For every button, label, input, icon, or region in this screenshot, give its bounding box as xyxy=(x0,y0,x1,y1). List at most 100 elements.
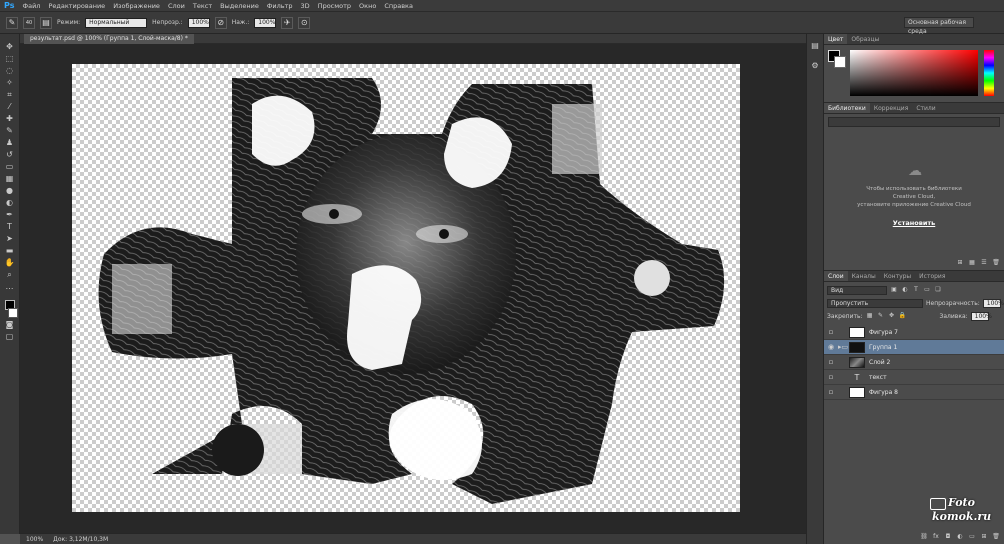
document-tab[interactable]: результат.psd @ 100% (Группа 1, Слой-мас… xyxy=(24,34,194,44)
pressure-opacity-icon[interactable]: ⊘ xyxy=(214,16,227,29)
menu-view[interactable]: Просмотр xyxy=(318,2,351,10)
lock-pixels-icon[interactable]: ▦ xyxy=(866,312,874,320)
color-spectrum[interactable] xyxy=(850,50,978,96)
background-color-chip[interactable] xyxy=(834,56,846,68)
add-content-icon[interactable]: ⊞ xyxy=(956,259,964,267)
shape-tool-icon[interactable]: ▬ xyxy=(3,246,17,256)
more-tools-icon[interactable]: … xyxy=(3,282,17,292)
menu-filter[interactable]: Фильтр xyxy=(267,2,293,10)
menu-help[interactable]: Справка xyxy=(384,2,413,10)
gradient-tool-icon[interactable]: ▦ xyxy=(3,174,17,184)
menu-type[interactable]: Текст xyxy=(193,2,212,10)
new-group-icon[interactable]: ▭ xyxy=(968,533,976,541)
layer-row-selected[interactable]: ◉ ▸▭ Группа 1 xyxy=(824,340,1004,355)
opacity-field[interactable]: 100% xyxy=(187,17,210,28)
healing-tool-icon[interactable]: ✚ xyxy=(3,114,17,124)
lock-all-icon[interactable]: 🔒 xyxy=(899,312,907,320)
new-layer-icon[interactable]: ⊞ xyxy=(980,533,988,541)
layer-style-icon[interactable]: fx xyxy=(932,533,940,541)
tab-paths[interactable]: Контуры xyxy=(880,271,915,281)
tab-layers[interactable]: Слои xyxy=(824,271,848,281)
filter-adjust-icon[interactable]: ◐ xyxy=(901,286,909,294)
layer-row[interactable]: ▫ Фигура 8 xyxy=(824,385,1004,400)
menu-layers[interactable]: Слои xyxy=(168,2,185,10)
menu-select[interactable]: Выделение xyxy=(220,2,259,10)
mode-select[interactable]: Нормальный xyxy=(85,17,148,28)
hand-tool-icon[interactable]: ✋ xyxy=(3,258,17,268)
lasso-tool-icon[interactable]: ◌ xyxy=(3,66,17,76)
hue-slider[interactable] xyxy=(984,50,994,96)
layer-filter-select[interactable]: Вид xyxy=(827,285,887,295)
grid-view-icon[interactable]: ▦ xyxy=(968,259,976,267)
magic-wand-tool-icon[interactable]: ✧ xyxy=(3,78,17,88)
link-layers-icon[interactable]: ⛓ xyxy=(920,533,928,541)
brush-panel-icon[interactable]: ▤ xyxy=(40,16,52,29)
marquee-tool-icon[interactable]: ⬚ xyxy=(3,54,17,64)
screen-mode-icon[interactable]: ▢ xyxy=(3,332,17,342)
stamp-tool-icon[interactable]: ♟ xyxy=(3,138,17,148)
canvas-area[interactable] xyxy=(20,44,806,533)
filter-shape-icon[interactable]: ▭ xyxy=(923,286,931,294)
tab-styles[interactable]: Стили xyxy=(912,103,939,113)
delete-layer-icon[interactable]: 🗑 xyxy=(992,533,1000,541)
visibility-toggle-empty[interactable]: ▫ xyxy=(824,373,838,381)
blend-mode-select[interactable]: Пропустить xyxy=(827,298,923,308)
pen-tool-icon[interactable]: ✒ xyxy=(3,210,17,220)
folder-icon[interactable]: ▸▭ xyxy=(838,343,848,351)
trash-icon[interactable]: 🗑 xyxy=(992,259,1000,267)
menu-file[interactable]: Файл xyxy=(22,2,40,10)
crop-tool-icon[interactable]: ⌗ xyxy=(3,90,17,100)
adjustment-layer-icon[interactable]: ◐ xyxy=(956,533,964,541)
fill-field[interactable]: 100% xyxy=(970,311,992,321)
tab-channels[interactable]: Каналы xyxy=(848,271,880,281)
menu-window[interactable]: Окно xyxy=(359,2,376,10)
dodge-tool-icon[interactable]: ◐ xyxy=(3,198,17,208)
move-tool-icon[interactable]: ✥ xyxy=(3,42,17,52)
add-mask-icon[interactable]: ◘ xyxy=(944,533,952,541)
lock-brush-icon[interactable]: ✎ xyxy=(877,312,885,320)
eye-icon[interactable]: ◉ xyxy=(824,343,838,351)
brush-preset-picker[interactable]: 40 xyxy=(23,16,35,29)
tab-color[interactable]: Цвет xyxy=(824,34,848,44)
workspace-select[interactable]: Основная рабочая среда xyxy=(904,17,974,35)
layer-row[interactable]: ▫ Фигура 7 xyxy=(824,325,1004,340)
visibility-toggle-empty[interactable]: ▫ xyxy=(824,328,838,336)
history-brush-icon[interactable]: ↺ xyxy=(3,150,17,160)
brush-tool-icon[interactable]: ✎ xyxy=(3,126,17,136)
tab-libraries[interactable]: Библиотеки xyxy=(824,103,870,113)
tab-adjustments[interactable]: Коррекция xyxy=(870,103,912,113)
library-select[interactable] xyxy=(828,117,1000,127)
brush-tool-icon[interactable]: ✎ xyxy=(6,16,18,29)
path-selection-icon[interactable]: ➤ xyxy=(3,234,17,244)
history-panel-icon[interactable]: ▤ xyxy=(809,40,821,52)
layer-row[interactable]: ▫ T текст xyxy=(824,370,1004,385)
layer-row[interactable]: ▫ Слой 2 xyxy=(824,355,1004,370)
filter-smart-icon[interactable]: ❏ xyxy=(934,286,942,294)
menu-3d[interactable]: 3D xyxy=(301,2,310,10)
filter-text-icon[interactable]: T xyxy=(912,286,920,294)
airbrush-icon[interactable]: ✈ xyxy=(281,16,294,29)
zoom-level[interactable]: 100% xyxy=(26,536,43,543)
layer-opacity-field[interactable]: 100% xyxy=(982,298,1004,308)
visibility-toggle-empty[interactable]: ▫ xyxy=(824,388,838,396)
eraser-tool-icon[interactable]: ▭ xyxy=(3,162,17,172)
menu-image[interactable]: Изображение xyxy=(113,2,160,10)
background-color-swatch[interactable] xyxy=(7,308,18,318)
quick-mask-icon[interactable]: ◙ xyxy=(3,320,17,330)
menu-edit[interactable]: Редактирование xyxy=(48,2,105,10)
list-view-icon[interactable]: ☰ xyxy=(980,259,988,267)
zoom-tool-icon[interactable]: ⌕ xyxy=(3,270,17,280)
tab-history[interactable]: История xyxy=(915,271,949,281)
layer-mask-thumbnail[interactable] xyxy=(849,341,865,353)
lock-move-icon[interactable]: ✥ xyxy=(888,312,896,320)
filter-pixel-icon[interactable]: ▣ xyxy=(890,286,898,294)
flow-field[interactable]: 100% xyxy=(254,17,277,28)
install-link[interactable]: Установить xyxy=(824,219,1004,227)
visibility-toggle-empty[interactable]: ▫ xyxy=(824,358,838,366)
document-canvas[interactable] xyxy=(72,64,740,512)
tab-swatches[interactable]: Образцы xyxy=(847,34,883,44)
pressure-size-icon[interactable]: ⊙ xyxy=(298,16,311,29)
properties-panel-icon[interactable]: ⚙ xyxy=(809,60,821,72)
type-tool-icon[interactable]: T xyxy=(3,222,17,232)
blur-tool-icon[interactable]: ● xyxy=(3,186,17,196)
